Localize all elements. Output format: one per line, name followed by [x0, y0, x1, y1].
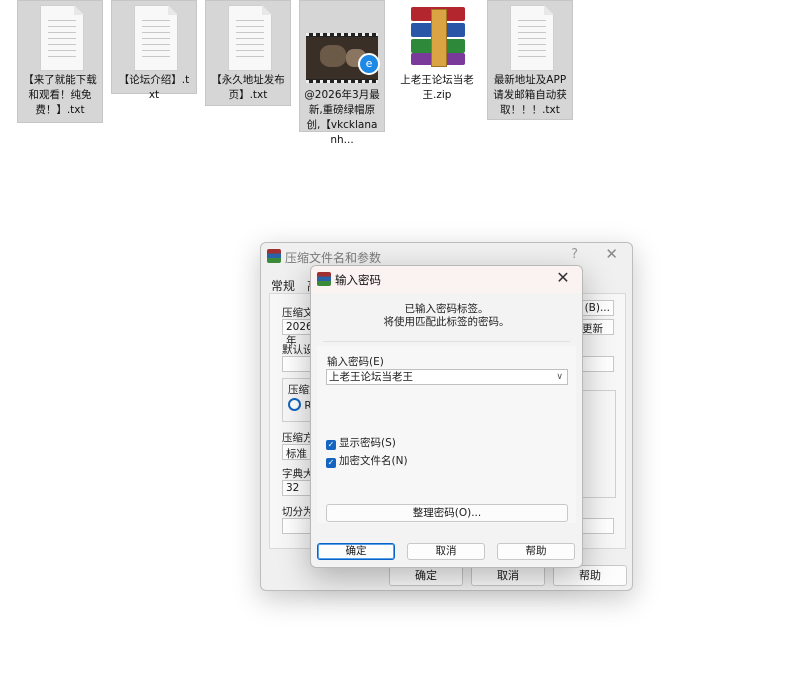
encrypt-filenames-checkbox[interactable]: ✓ 加密文件名(N) — [326, 453, 408, 468]
desktop-file-txt-permanent-address[interactable]: 【永久地址发布页】.txt — [205, 0, 291, 106]
password-button[interactable] — [578, 518, 614, 534]
winrar-icon — [267, 249, 281, 263]
cancel-button[interactable]: 取消 — [407, 543, 485, 560]
file-label: 【永久地址发布页】.txt — [211, 74, 285, 101]
close-icon[interactable]: ✕ — [605, 245, 618, 263]
text-file-icon — [488, 1, 572, 73]
checkmark-icon: ✓ — [326, 440, 336, 450]
browse-button[interactable]: (B)... — [578, 300, 614, 316]
file-label: 489155.com@2026年3月最新,重磅绿帽原创,【vkcklananh.… — [304, 74, 380, 146]
ok-button[interactable]: 确定 — [389, 565, 463, 586]
file-label: 上老王论坛当老王.zip — [400, 74, 474, 101]
text-file-icon — [112, 1, 196, 73]
file-label: 最新地址及APP请发邮箱自动获取！！！.txt — [493, 74, 567, 116]
text-file-icon — [206, 1, 290, 73]
desktop-file-txt-latest-address[interactable]: 最新地址及APP请发邮箱自动获取！！！.txt — [487, 0, 573, 120]
desktop-file-txt-download[interactable]: 【来了就能下载和观看！纯免费！】.txt — [17, 0, 103, 123]
encrypt-filenames-label: 加密文件名(N) — [339, 455, 408, 467]
enter-password-dialog: 输入密码 ✕ 已输入密码标签。 将使用匹配此标签的密码。 输入密码(E) 上老王… — [310, 265, 583, 568]
help-button[interactable]: 帮助 — [497, 543, 575, 560]
help-icon[interactable]: ? — [571, 247, 578, 262]
dialog-title: 输入密码 — [335, 273, 381, 287]
file-label: 【来了就能下载和观看！纯免费！】.txt — [23, 74, 97, 116]
info-line-2: 将使用匹配此标签的密码。 — [383, 316, 510, 328]
show-password-checkbox[interactable]: ✓ 显示密码(S) — [326, 435, 396, 450]
password-value: 上老王论坛当老王 — [329, 371, 413, 383]
dialog-titlebar[interactable]: 输入密码 ✕ — [311, 266, 582, 293]
profile-select[interactable] — [578, 356, 614, 372]
password-label: 输入密码(E) — [327, 356, 384, 368]
browser-badge-icon: e — [358, 53, 380, 75]
close-icon[interactable]: ✕ — [554, 268, 572, 287]
text-file-icon — [18, 1, 102, 73]
divider — [323, 341, 570, 342]
options-groupbox — [578, 390, 616, 498]
video-file-icon: e — [300, 1, 384, 83]
cancel-button[interactable]: 取消 — [471, 565, 545, 586]
password-combo[interactable]: 上老王论坛当老王 ∨ — [326, 369, 568, 385]
checkmark-icon: ✓ — [326, 458, 336, 468]
dialog-title: 压缩文件名和参数 — [285, 251, 382, 265]
tab-general[interactable]: 常规 — [271, 277, 295, 294]
winrar-icon — [317, 272, 331, 286]
desktop-file-zip[interactable]: 上老王论坛当老王.zip — [394, 0, 480, 106]
ok-button[interactable]: 确定 — [317, 543, 395, 560]
help-button[interactable]: 帮助 — [553, 565, 627, 586]
file-label: 【论坛介绍】.txt — [118, 74, 190, 101]
manage-passwords-button[interactable]: 整理密码(O)... — [326, 504, 568, 522]
show-password-label: 显示密码(S) — [339, 437, 396, 449]
format-radio-rar[interactable]: R — [288, 398, 312, 412]
desktop-file-txt-forum-intro[interactable]: 【论坛介绍】.txt — [111, 0, 197, 101]
winrar-archive-icon — [395, 1, 479, 73]
chevron-down-icon[interactable]: ∨ — [556, 370, 563, 384]
update-mode-select[interactable]: 更新 — [578, 319, 614, 335]
desktop-file-video[interactable]: e 489155.com@2026年3月最新,重磅绿帽原创,【vkcklanan… — [299, 0, 385, 146]
